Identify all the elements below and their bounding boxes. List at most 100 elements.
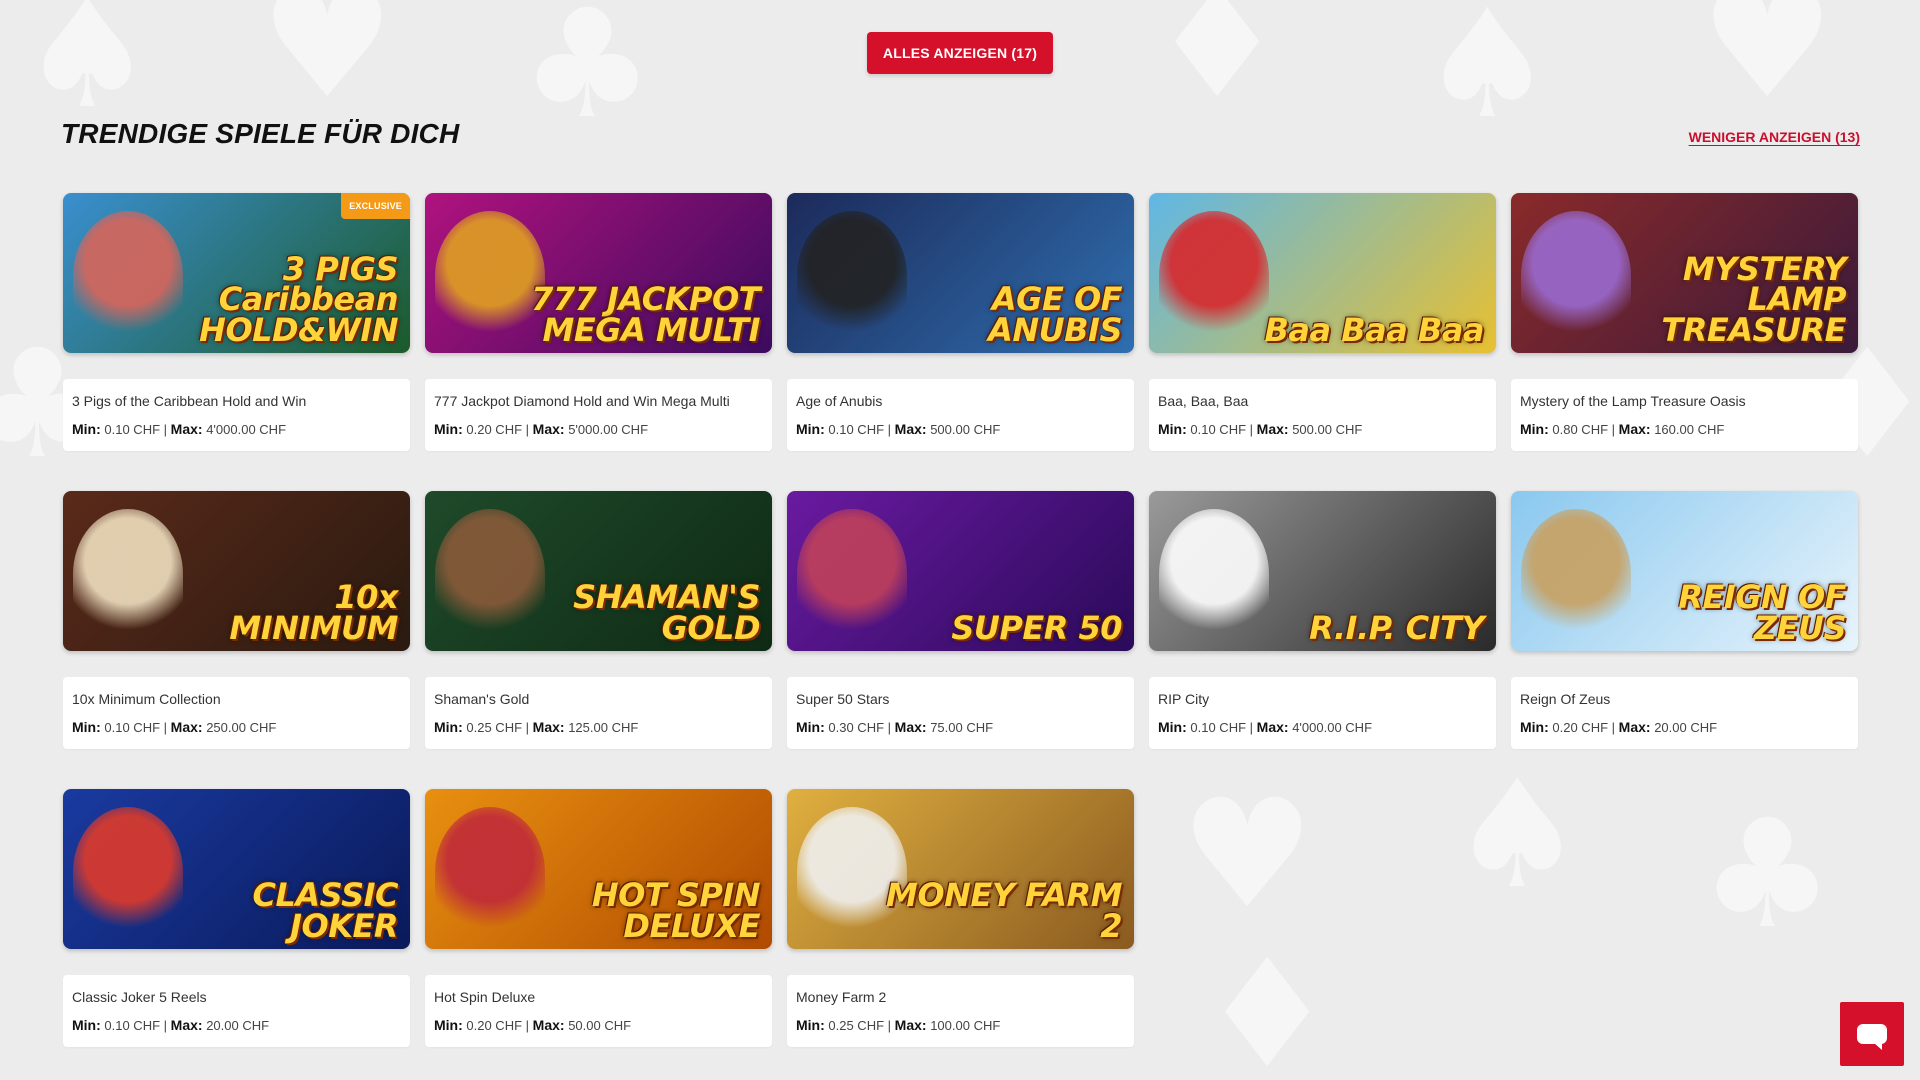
game-logo: 10x MINIMUM	[229, 578, 398, 647]
game-name[interactable]: Age of Anubis	[796, 393, 1125, 409]
max-value: 75.00 CHF	[930, 720, 994, 735]
limit-separator: |	[163, 422, 168, 437]
game-name[interactable]: Baa, Baa, Baa	[1158, 393, 1487, 409]
game-info[interactable]: Hot Spin Deluxe Min: 0.20 CHF | Max: 50.…	[425, 975, 772, 1047]
min-label: Min:	[434, 421, 463, 437]
min-value: 0.20 CHF	[1552, 720, 1609, 735]
game-logo: MONEY FARM 2	[886, 876, 1122, 945]
game-card[interactable]: AGE OF ANUBIS Age of Anubis Min: 0.10 CH…	[787, 193, 1134, 456]
max-value: 160.00 CHF	[1654, 422, 1725, 437]
max-value: 4'000.00 CHF	[1292, 720, 1373, 735]
game-character-art	[797, 509, 907, 639]
game-thumbnail[interactable]: MONEY FARM 2	[787, 789, 1134, 949]
game-info[interactable]: 3 Pigs of the Caribbean Hold and Win Min…	[63, 379, 410, 451]
show-less-link[interactable]: WENIGER ANZEIGEN (13)	[1689, 129, 1860, 145]
limit-separator: |	[887, 720, 892, 735]
game-card[interactable]: 10x MINIMUM 10x Minimum Collection Min: …	[63, 491, 410, 754]
game-thumbnail[interactable]: Baa Baa Baa	[1149, 193, 1496, 353]
game-thumbnail[interactable]: R.I.P. CITY	[1149, 491, 1496, 651]
game-thumbnail[interactable]: 3 PIGS Caribbean HOLD&WIN EXCLUSIVE	[63, 193, 410, 353]
game-logo: CLASSIC JOKER	[252, 876, 399, 945]
game-card[interactable]: HOT SPIN DELUXE Hot Spin Deluxe Min: 0.2…	[425, 789, 772, 1052]
min-label: Min:	[434, 719, 463, 735]
game-thumbnail[interactable]: AGE OF ANUBIS	[787, 193, 1134, 353]
min-label: Min:	[1158, 421, 1187, 437]
game-card[interactable]: 3 PIGS Caribbean HOLD&WIN EXCLUSIVE 3 Pi…	[63, 193, 410, 456]
game-limits: Min: 0.20 CHF | Max: 50.00 CHF	[434, 1017, 763, 1033]
game-card[interactable]: 777 JACKPOT MEGA MULTI 777 Jackpot Diamo…	[425, 193, 772, 456]
min-value: 0.10 CHF	[1190, 720, 1247, 735]
game-limits: Min: 0.10 CHF | Max: 500.00 CHF	[1158, 421, 1487, 437]
game-card[interactable]: REIGN OF ZEUS Reign Of Zeus Min: 0.20 CH…	[1511, 491, 1858, 754]
game-name[interactable]: Hot Spin Deluxe	[434, 989, 763, 1005]
min-label: Min:	[434, 1017, 463, 1033]
game-thumbnail[interactable]: HOT SPIN DELUXE	[425, 789, 772, 949]
max-value: 250.00 CHF	[206, 720, 277, 735]
game-name[interactable]: 3 Pigs of the Caribbean Hold and Win	[72, 393, 401, 409]
game-info[interactable]: Super 50 Stars Min: 0.30 CHF | Max: 75.0…	[787, 677, 1134, 749]
game-card[interactable]: SUPER 50 Super 50 Stars Min: 0.30 CHF | …	[787, 491, 1134, 754]
game-info[interactable]: Classic Joker 5 Reels Min: 0.10 CHF | Ma…	[63, 975, 410, 1047]
game-info[interactable]: Age of Anubis Min: 0.10 CHF | Max: 500.0…	[787, 379, 1134, 451]
section-title: TRENDIGE SPIELE FÜR DICH	[61, 118, 460, 149]
game-card[interactable]: R.I.P. CITY RIP City Min: 0.10 CHF | Max…	[1149, 491, 1496, 754]
game-info[interactable]: 10x Minimum Collection Min: 0.10 CHF | M…	[63, 677, 410, 749]
game-info[interactable]: Reign Of Zeus Min: 0.20 CHF | Max: 20.00…	[1511, 677, 1858, 749]
min-value: 0.10 CHF	[104, 1018, 161, 1033]
limit-separator: |	[163, 1018, 168, 1033]
game-thumbnail[interactable]: SUPER 50	[787, 491, 1134, 651]
game-character-art	[1159, 211, 1269, 341]
game-name[interactable]: Super 50 Stars	[796, 691, 1125, 707]
game-card[interactable]: MYSTERY LAMP TREASURE Mystery of the Lam…	[1511, 193, 1858, 456]
min-value: 0.25 CHF	[828, 1018, 885, 1033]
game-thumbnail[interactable]: SHAMAN'S GOLD	[425, 491, 772, 651]
min-value: 0.80 CHF	[1552, 422, 1609, 437]
game-logo: HOT SPIN DELUXE	[591, 876, 761, 945]
max-label: Max:	[170, 421, 203, 437]
min-label: Min:	[72, 1017, 101, 1033]
game-name[interactable]: 10x Minimum Collection	[72, 691, 401, 707]
show-all-button[interactable]: ALLES ANZEIGEN (17)	[867, 32, 1053, 74]
max-label: Max:	[170, 719, 203, 735]
game-limits: Min: 0.20 CHF | Max: 5'000.00 CHF	[434, 421, 763, 437]
game-info[interactable]: 777 Jackpot Diamond Hold and Win Mega Mu…	[425, 379, 772, 451]
game-limits: Min: 0.10 CHF | Max: 20.00 CHF	[72, 1017, 401, 1033]
game-name[interactable]: Reign Of Zeus	[1520, 691, 1849, 707]
game-info[interactable]: Shaman's Gold Min: 0.25 CHF | Max: 125.0…	[425, 677, 772, 749]
game-thumbnail[interactable]: 10x MINIMUM	[63, 491, 410, 651]
game-card[interactable]: CLASSIC JOKER Classic Joker 5 Reels Min:…	[63, 789, 410, 1052]
min-value: 0.20 CHF	[466, 422, 523, 437]
game-card[interactable]: MONEY FARM 2 Money Farm 2 Min: 0.25 CHF …	[787, 789, 1134, 1052]
min-value: 0.10 CHF	[828, 422, 885, 437]
game-limits: Min: 0.30 CHF | Max: 75.00 CHF	[796, 719, 1125, 735]
game-info[interactable]: RIP City Min: 0.10 CHF | Max: 4'000.00 C…	[1149, 677, 1496, 749]
game-logo: MYSTERY LAMP TREASURE	[1661, 249, 1846, 349]
game-thumbnail[interactable]: MYSTERY LAMP TREASURE	[1511, 193, 1858, 353]
chat-button[interactable]	[1840, 1002, 1904, 1066]
max-value: 500.00 CHF	[1292, 422, 1363, 437]
game-info[interactable]: Mystery of the Lamp Treasure Oasis Min: …	[1511, 379, 1858, 451]
game-info[interactable]: Money Farm 2 Min: 0.25 CHF | Max: 100.00…	[787, 975, 1134, 1047]
max-label: Max:	[894, 1017, 927, 1033]
game-info[interactable]: Baa, Baa, Baa Min: 0.10 CHF | Max: 500.0…	[1149, 379, 1496, 451]
game-card[interactable]: Baa Baa Baa Baa, Baa, Baa Min: 0.10 CHF …	[1149, 193, 1496, 456]
game-card[interactable]: SHAMAN'S GOLD Shaman's Gold Min: 0.25 CH…	[425, 491, 772, 754]
limit-separator: |	[1611, 422, 1616, 437]
game-name[interactable]: Mystery of the Lamp Treasure Oasis	[1520, 393, 1849, 409]
game-thumbnail[interactable]: 777 JACKPOT MEGA MULTI	[425, 193, 772, 353]
game-thumbnail[interactable]: REIGN OF ZEUS	[1511, 491, 1858, 651]
max-value: 20.00 CHF	[206, 1018, 270, 1033]
min-label: Min:	[72, 719, 101, 735]
game-name[interactable]: Classic Joker 5 Reels	[72, 989, 401, 1005]
game-limits: Min: 0.20 CHF | Max: 20.00 CHF	[1520, 719, 1849, 735]
min-value: 0.10 CHF	[1190, 422, 1247, 437]
game-name[interactable]: RIP City	[1158, 691, 1487, 707]
game-thumbnail[interactable]: CLASSIC JOKER	[63, 789, 410, 949]
game-name[interactable]: Money Farm 2	[796, 989, 1125, 1005]
limit-separator: |	[525, 720, 530, 735]
game-name[interactable]: 777 Jackpot Diamond Hold and Win Mega Mu…	[434, 393, 763, 409]
min-value: 0.10 CHF	[104, 720, 161, 735]
game-name[interactable]: Shaman's Gold	[434, 691, 763, 707]
game-character-art	[1159, 509, 1269, 639]
max-value: 4'000.00 CHF	[206, 422, 287, 437]
